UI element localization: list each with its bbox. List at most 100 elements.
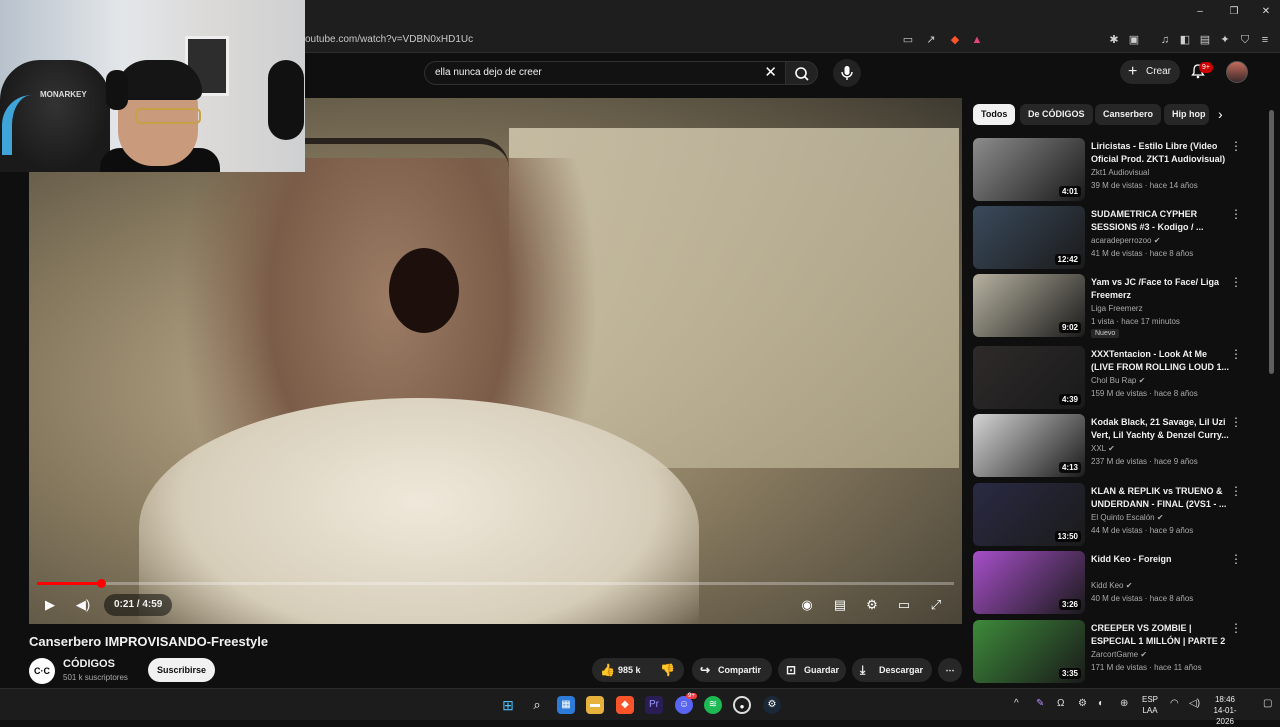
share-button[interactable]: ↪ Compartir: [692, 658, 772, 682]
chevron-right-icon[interactable]: ›: [1218, 106, 1223, 122]
start-icon[interactable]: ⊞: [499, 696, 517, 714]
search-input[interactable]: ella nunca dejo de creer ✕: [424, 61, 786, 85]
volume-icon[interactable]: ◀): [72, 594, 94, 616]
save-button[interactable]: ⊡ Guardar: [778, 658, 846, 682]
close-window-button[interactable]: ✕: [1259, 6, 1273, 17]
extensions-icon[interactable]: ✱: [1106, 32, 1122, 48]
like-button[interactable]: 👍: [600, 658, 615, 682]
recommendation-item[interactable]: 9:02 Yam vs JC /Face to Face/ Liga Freeme…: [973, 274, 1263, 338]
more-options-icon[interactable]: ⋮: [1230, 622, 1242, 634]
voice-search-button[interactable]: [833, 59, 861, 87]
obs-icon[interactable]: ●: [733, 696, 751, 714]
recommendation-channel[interactable]: Zkt1 Audiovisual: [1091, 168, 1149, 177]
theater-mode-icon[interactable]: ▭: [893, 594, 915, 616]
tray-headset-icon[interactable]: Ω: [1057, 698, 1064, 709]
tray-app-icon[interactable]: ◐: [1098, 698, 1104, 709]
recommendation-item[interactable]: 4:01 Liricistas - Estilo Libre (Video Ofi…: [973, 138, 1263, 202]
recommendation-thumbnail[interactable]: 4:39: [973, 346, 1085, 409]
recommendation-item[interactable]: 12:42 SUDAMETRICA CYPHER SESSIONS #3 - Ko…: [973, 206, 1263, 270]
recommendation-channel[interactable]: Kidd Keo ✔: [1091, 581, 1132, 590]
brave-rewards-icon[interactable]: ▲: [969, 32, 985, 48]
screen-icon[interactable]: ▭: [900, 32, 916, 48]
recommendation-item[interactable]: 4:13 Kodak Black, 21 Savage, Lil Uzi Vert…: [973, 414, 1263, 478]
settings-gear-icon[interactable]: ⚙: [861, 594, 883, 616]
menu-icon[interactable]: ≡: [1257, 32, 1273, 48]
speaker-icon[interactable]: ◁): [1189, 698, 1200, 709]
brave-shields-icon[interactable]: ◆: [947, 32, 963, 48]
search-button[interactable]: [786, 61, 818, 85]
recommendation-channel[interactable]: acaradeperrozoo ✔: [1091, 236, 1160, 245]
more-options-icon[interactable]: ⋮: [1230, 348, 1242, 360]
create-button[interactable]: + Crear: [1120, 60, 1180, 84]
dislike-button[interactable]: 👎: [660, 658, 675, 682]
fullscreen-icon[interactable]: ⤢: [925, 594, 947, 616]
recommendation-item[interactable]: 4:39 XXXTentacion - Look At Me (LIVE FROM…: [973, 346, 1263, 410]
clear-search-icon[interactable]: ✕: [764, 64, 777, 82]
scrollbar[interactable]: [1269, 110, 1274, 374]
recommendation-channel[interactable]: ZarcortGame ✔: [1091, 650, 1147, 659]
recommendation-title[interactable]: Kodak Black, 21 Savage, Lil Uzi Vert, Li…: [1091, 416, 1229, 442]
chip-de-codigos[interactable]: De CÓDIGOS: [1020, 104, 1093, 125]
tray-mic-icon[interactable]: ⊕: [1120, 698, 1128, 709]
chip-canserbero[interactable]: Canserbero: [1095, 104, 1162, 125]
restore-button[interactable]: ❐: [1227, 6, 1241, 17]
widgets-icon[interactable]: ▦: [557, 696, 575, 714]
search-taskbar-icon[interactable]: ⌕: [528, 696, 546, 714]
clock[interactable]: 18:46 14-01-2026: [1205, 694, 1245, 727]
media-icon[interactable]: ♫: [1157, 32, 1173, 48]
recommendation-title[interactable]: XXXTentacion - Look At Me (LIVE FROM ROL…: [1091, 348, 1229, 374]
more-options-icon[interactable]: ⋮: [1230, 276, 1242, 288]
recommendation-item[interactable]: 3:35 CREEPER VS ZOMBIE | ESPECIAL 1 MILLÓ…: [973, 620, 1263, 684]
recommendation-title[interactable]: Liricistas - Estilo Libre (Video Oficial…: [1091, 140, 1229, 166]
video-player[interactable]: [29, 98, 962, 624]
more-options-icon[interactable]: ⋮: [1230, 140, 1242, 152]
notification-center-icon[interactable]: ▢: [1263, 698, 1272, 709]
tab-icon[interactable]: ▣: [1126, 32, 1142, 48]
progress-bar[interactable]: [37, 579, 954, 588]
more-options-icon[interactable]: ⋮: [1230, 485, 1242, 497]
recommendation-item[interactable]: 3:26 Kidd Keo - Foreign Kidd Keo ✔ 40 M de …: [973, 551, 1263, 615]
recommendation-channel[interactable]: Liga Freemerz: [1091, 304, 1143, 313]
premiere-icon[interactable]: Pr: [645, 696, 663, 714]
recommendation-channel[interactable]: Chol Bu Rap ✔: [1091, 376, 1145, 385]
autoplay-toggle[interactable]: ◉: [796, 594, 818, 616]
recommendation-title[interactable]: SUDAMETRICA CYPHER SESSIONS #3 - Kodigo …: [1091, 208, 1229, 234]
play-button[interactable]: ▶: [39, 594, 61, 616]
recommendation-title[interactable]: Yam vs JC /Face to Face/ Liga Freemerz: [1091, 276, 1229, 302]
sidebar-icon[interactable]: ◧: [1177, 32, 1193, 48]
recommendation-thumbnail[interactable]: 9:02: [973, 274, 1085, 337]
recommendation-channel[interactable]: El Quinto Escalón ✔: [1091, 513, 1164, 522]
recommendation-title[interactable]: KLAN & REPLIK vs TRUENO & UNDERDANN - FI…: [1091, 485, 1229, 511]
tray-pen-icon[interactable]: ✎: [1036, 698, 1044, 709]
more-options-icon[interactable]: ⋮: [1230, 553, 1242, 565]
download-button[interactable]: ⤓ Descargar: [852, 658, 932, 682]
recommendation-thumbnail[interactable]: 3:35: [973, 620, 1085, 683]
channel-avatar[interactable]: C·C: [29, 658, 55, 684]
more-options-icon[interactable]: ⋮: [1230, 208, 1242, 220]
recommendation-title[interactable]: Kidd Keo - Foreign: [1091, 553, 1229, 566]
vpn-icon[interactable]: ⛉: [1237, 32, 1253, 48]
language-indicator[interactable]: ESP LAA: [1142, 694, 1158, 716]
steam-icon[interactable]: ⚙: [763, 696, 781, 714]
wifi-icon[interactable]: ◠: [1170, 698, 1179, 709]
channel-name[interactable]: CÓDIGOS: [63, 658, 115, 670]
recommendation-channel[interactable]: XXL ✔: [1091, 444, 1115, 453]
recommendation-thumbnail[interactable]: 4:13: [973, 414, 1085, 477]
leo-icon[interactable]: ✦: [1217, 32, 1233, 48]
subtitles-icon[interactable]: ▤: [829, 594, 851, 616]
account-avatar[interactable]: [1226, 61, 1248, 83]
brave-icon[interactable]: ◆: [616, 696, 634, 714]
spotify-icon[interactable]: ≋: [704, 696, 722, 714]
tray-steam-icon[interactable]: ⚙: [1078, 698, 1087, 709]
chip-hip-hop[interactable]: Hip hop: [1164, 104, 1209, 125]
chip-todos[interactable]: Todos: [973, 104, 1016, 125]
address-bar[interactable]: outube.com/watch?v=VDBN0xHD1Uc: [305, 34, 473, 45]
wallet-icon[interactable]: ▤: [1197, 32, 1213, 48]
recommendation-item[interactable]: 13:50 KLAN & REPLIK vs TRUENO & UNDERDANN…: [973, 483, 1263, 547]
recommendation-thumbnail[interactable]: 3:26: [973, 551, 1085, 614]
more-options-icon[interactable]: ⋮: [1230, 416, 1242, 428]
more-actions-button[interactable]: ⋯: [938, 658, 962, 682]
recommendation-title[interactable]: CREEPER VS ZOMBIE | ESPECIAL 1 MILLÓN | …: [1091, 622, 1229, 648]
tray-chevron-icon[interactable]: ^: [1014, 698, 1019, 709]
recommendation-thumbnail[interactable]: 13:50: [973, 483, 1085, 546]
